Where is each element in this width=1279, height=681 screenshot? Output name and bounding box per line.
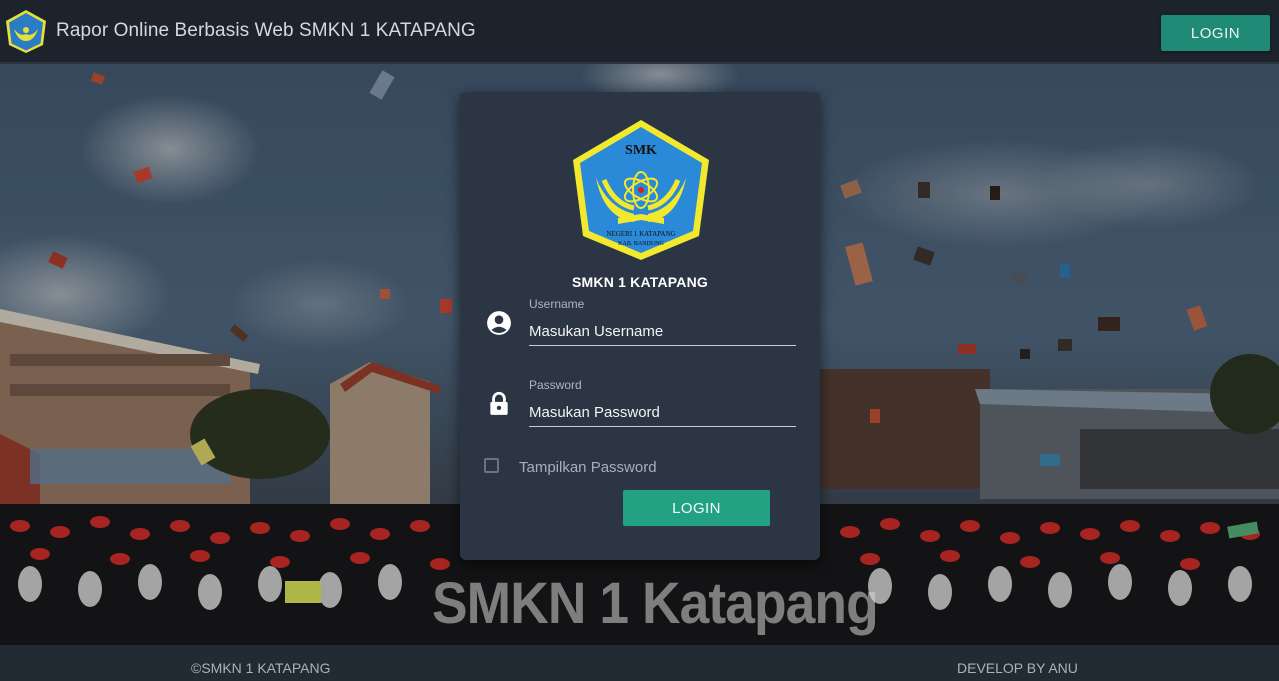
- lock-icon: [490, 391, 508, 415]
- username-label: Username: [529, 297, 585, 311]
- username-input[interactable]: [529, 317, 796, 346]
- show-password-label[interactable]: Tampilkan Password: [519, 459, 657, 476]
- footer-copyright: ©SMKN 1 KATAPANG: [191, 660, 331, 676]
- svg-text:NEGERI 1 KATAPANG: NEGERI 1 KATAPANG: [606, 230, 675, 238]
- show-password-checkbox[interactable]: [484, 458, 499, 473]
- footer: ©SMKN 1 KATAPANG DEVELOP BY ANU: [0, 645, 1279, 681]
- footer-credit: DEVELOP BY ANU: [957, 660, 1078, 676]
- watermark-text: SMKN 1 Katapang: [432, 571, 879, 636]
- password-input[interactable]: [529, 398, 796, 427]
- login-card: SMK NEGERI 1 KATAPANG KAB. BANDUNG SMKN …: [460, 92, 820, 560]
- school-emblem-icon: SMK NEGERI 1 KATAPANG KAB. BANDUNG: [573, 120, 709, 260]
- login-button[interactable]: LOGIN: [623, 490, 770, 526]
- app-title: Rapor Online Berbasis Web SMKN 1 KATAPAN…: [56, 20, 476, 41]
- school-name: SMKN 1 KATAPANG: [572, 274, 708, 290]
- user-circle-icon: [487, 311, 511, 335]
- password-label: Password: [529, 378, 582, 392]
- svg-text:KAB. BANDUNG: KAB. BANDUNG: [618, 241, 664, 247]
- school-emblem-icon: [6, 10, 46, 53]
- svg-text:SMK: SMK: [625, 143, 657, 158]
- header-login-button[interactable]: LOGIN: [1161, 15, 1270, 51]
- top-navbar: Rapor Online Berbasis Web SMKN 1 KATAPAN…: [0, 0, 1279, 64]
